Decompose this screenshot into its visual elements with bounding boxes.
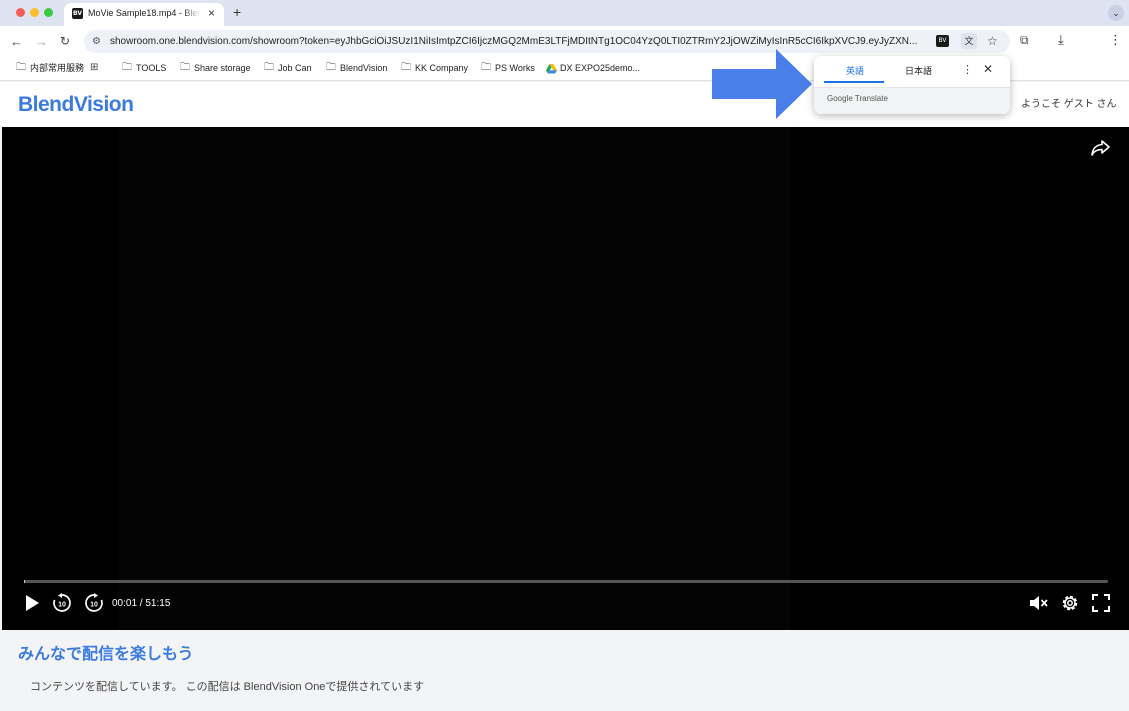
- translate-close-icon[interactable]: ✕: [983, 63, 993, 76]
- bookmark-kk-company[interactable]: 🗀 KK Company: [401, 62, 468, 74]
- browser-toolbar: ← → ↻ ⚙ showroom.one.blendvision.com/sho…: [0, 26, 1129, 57]
- bookmark-ps-works[interactable]: 🗀 PS Works: [481, 62, 535, 74]
- folder-icon: 🗀: [16, 62, 26, 73]
- bookmark-blendvision[interactable]: 🗀 BlendVision: [326, 62, 387, 74]
- time-display: 00:01 / 51:15: [112, 598, 171, 609]
- back-arrow-icon[interactable]: ←: [10, 34, 23, 49]
- reload-icon[interactable]: ↻: [60, 34, 70, 49]
- bookmark-internal-services[interactable]: 🗀 内部常用服務: [16, 62, 84, 74]
- svg-text:10: 10: [58, 602, 66, 609]
- promo-description: コンテンツを配信しています。 この配信は BlendVision Oneで提供さ…: [30, 681, 425, 693]
- window-minimize-button[interactable]: [30, 8, 39, 17]
- callout-arrow-icon: [712, 49, 812, 119]
- browser-menu-icon[interactable]: ⋮: [1109, 32, 1122, 47]
- welcome-guest-text: ようこそ ゲスト さん: [1021, 99, 1117, 110]
- video-player[interactable]: 10 10 00:01 / 51:15: [2, 127, 1129, 630]
- fullscreen-icon[interactable]: [1092, 593, 1110, 613]
- share-icon[interactable]: [1089, 139, 1111, 157]
- address-bar[interactable]: ⚙ showroom.one.blendvision.com/showroom?…: [84, 30, 1010, 53]
- svg-text:10: 10: [90, 602, 98, 609]
- seek-bar[interactable]: [24, 580, 1108, 583]
- bookmark-star-icon[interactable]: ☆: [987, 33, 998, 49]
- folder-icon: 🗀: [326, 62, 336, 73]
- extension-bv-icon[interactable]: BV: [936, 35, 949, 47]
- bookmark-job-can[interactable]: 🗀 Job Can: [264, 62, 312, 74]
- new-tab-button[interactable]: +: [233, 4, 241, 20]
- folder-icon: 🗀: [264, 62, 274, 73]
- rewind-10-icon[interactable]: 10: [52, 593, 72, 613]
- folder-icon: 🗀: [481, 62, 491, 73]
- tab-search-chevron-icon[interactable]: ⌄: [1108, 5, 1124, 21]
- translate-tab-japanese[interactable]: 日本語: [905, 66, 932, 77]
- tab-favicon-icon: BV: [72, 8, 83, 19]
- tab-title: MoVie Sample18.mp4 - BlendVision: [88, 8, 200, 18]
- browser-tab-active[interactable]: BV MoVie Sample18.mp4 - BlendVision ×: [64, 3, 224, 26]
- url-text[interactable]: showroom.one.blendvision.com/showroom?to…: [110, 35, 930, 48]
- settings-gear-icon[interactable]: [1060, 593, 1080, 613]
- play-icon[interactable]: [24, 593, 40, 613]
- video-frame: [118, 127, 790, 630]
- apps-grid-icon: ⊞: [90, 62, 99, 73]
- folder-icon: 🗀: [401, 62, 411, 73]
- translate-tab-indicator: [824, 81, 884, 83]
- folder-icon: 🗀: [180, 62, 190, 73]
- bookmark-dx-expo[interactable]: DX EXPO25demo...: [546, 62, 640, 74]
- bookmark-apps[interactable]: ⊞: [90, 62, 98, 74]
- stream-info-section: みんなで配信を楽しもう コンテンツを配信しています。 この配信は BlendVi…: [0, 630, 1129, 711]
- forward-arrow-icon[interactable]: →: [35, 34, 48, 49]
- translate-tab-english[interactable]: 英語: [846, 66, 864, 77]
- promo-title: みんなで配信を楽しもう: [18, 646, 194, 663]
- extensions-puzzle-icon[interactable]: ⧉: [1020, 33, 1029, 48]
- browser-tab-strip: BV MoVie Sample18.mp4 - BlendVision × + …: [0, 0, 1129, 26]
- translate-popup: 英語 日本語 ⋮ ✕ Google Translate: [814, 56, 1010, 114]
- bookmark-share-storage[interactable]: 🗀 Share storage: [180, 62, 251, 74]
- folder-icon: 🗀: [122, 62, 132, 73]
- forward-10-icon[interactable]: 10: [84, 593, 104, 613]
- translate-icon[interactable]: 文: [961, 33, 977, 49]
- google-translate-brand: Google Translate: [827, 94, 888, 103]
- window-close-button[interactable]: [16, 8, 25, 17]
- google-drive-icon: [546, 63, 557, 73]
- window-zoom-button[interactable]: [44, 8, 53, 17]
- translate-more-options-icon[interactable]: ⋮: [962, 64, 973, 77]
- bookmark-tools[interactable]: 🗀 TOOLS: [122, 62, 166, 74]
- volume-muted-icon[interactable]: [1028, 593, 1048, 613]
- site-settings-icon[interactable]: ⚙: [92, 35, 101, 48]
- blendvision-logo[interactable]: BlendVision: [18, 93, 134, 117]
- download-icon[interactable]: ⤓: [1058, 32, 1064, 47]
- tab-close-icon[interactable]: ×: [208, 6, 215, 20]
